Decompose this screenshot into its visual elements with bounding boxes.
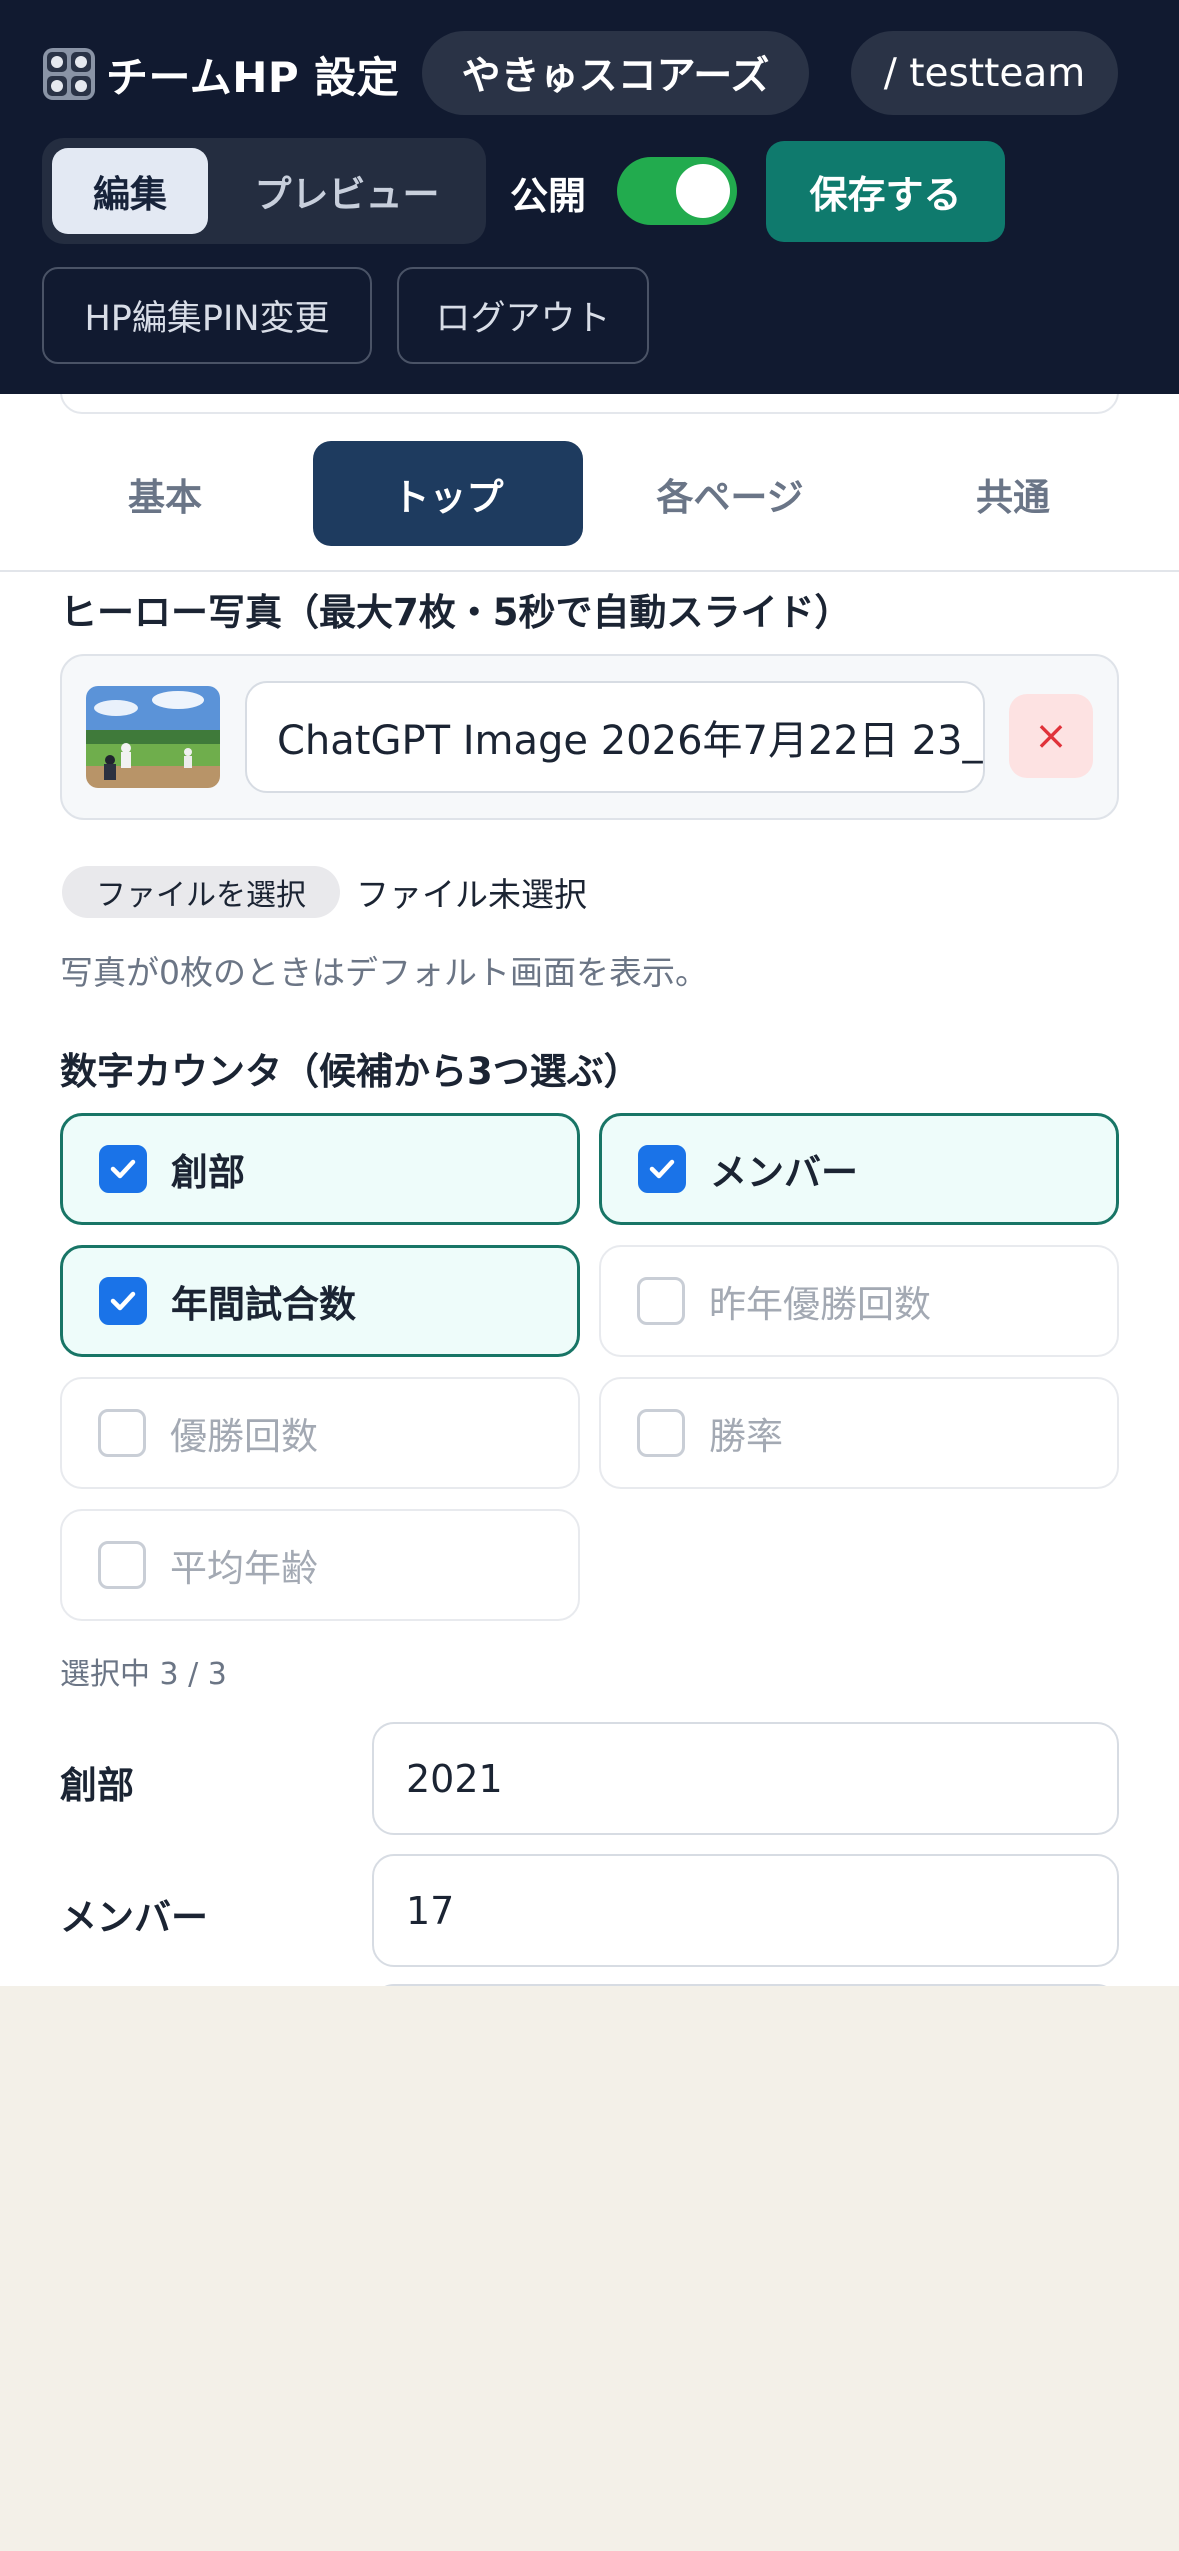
app-title: チームHP 設定 [106, 52, 400, 102]
remove-photo-button[interactable]: × [1009, 694, 1093, 778]
close-icon: × [1034, 713, 1068, 759]
hero-section-title: ヒーロー写真（最大7枚・5秒で自動スライド） [60, 591, 852, 634]
checkbox-empty-icon[interactable] [98, 1409, 146, 1457]
counter-option-average-age[interactable]: 平均年齢 [60, 1509, 580, 1621]
toggle-knob [676, 164, 730, 218]
founded-label: 創部 [60, 1764, 134, 1807]
counter-option-label: 勝率 [709, 1415, 783, 1458]
team-name-badge[interactable]: やきゅスコアーズ [422, 31, 809, 115]
checkbox-checked-icon[interactable] [99, 1277, 147, 1325]
section-tabs: 基本 トップ 各ページ 共通 [0, 434, 1179, 572]
hero-photo-thumbnail [86, 686, 220, 788]
counter-option-label: 昨年優勝回数 [709, 1283, 931, 1326]
logout-button[interactable]: ログアウト [397, 267, 649, 364]
checkbox-empty-icon[interactable] [637, 1409, 685, 1457]
founded-input[interactable]: 2021 [372, 1722, 1119, 1835]
mode-switch: 編集 プレビュー [42, 138, 486, 244]
members-label: メンバー [60, 1896, 208, 1939]
hero-photo-name-field[interactable]: ChatGPT Image 2026年7月22日 23_0 [245, 681, 985, 793]
hero-photo-item: ChatGPT Image 2026年7月22日 23_0 × [60, 654, 1119, 820]
counter-option-label: 年間試合数 [171, 1283, 356, 1326]
checkbox-empty-icon[interactable] [637, 1277, 685, 1325]
tab-basic[interactable]: 基本 [30, 441, 300, 546]
team-slug-badge[interactable]: / testteam [851, 31, 1118, 115]
counter-option-founded[interactable]: 創部 [60, 1113, 580, 1225]
counter-option-label: 創部 [171, 1151, 245, 1194]
public-label: 公開 [510, 174, 587, 218]
preview-mode-button[interactable]: プレビュー [218, 148, 476, 234]
settings-panel: 基本 トップ 各ページ 共通 ヒーロー写真（最大7枚・5秒で自動スライド） Ch… [0, 394, 1179, 1986]
counter-option-label: メンバー [710, 1151, 858, 1194]
counter-option-annual-games[interactable]: 年間試合数 [60, 1245, 580, 1357]
brand: チームHP 設定 [42, 44, 399, 104]
tab-common[interactable]: 共通 [878, 441, 1148, 546]
checkbox-checked-icon[interactable] [638, 1145, 686, 1193]
tab-pages[interactable]: 各ページ [595, 441, 865, 546]
top-bar: チームHP 設定 やきゅスコアーズ / testteam 編集 プレビュー 公開… [0, 0, 1179, 394]
file-picker: ファイルを選択 ファイル未選択 [62, 866, 587, 918]
members-input[interactable]: 17 [372, 1854, 1119, 1967]
checkbox-checked-icon[interactable] [99, 1145, 147, 1193]
counter-option-championships[interactable]: 優勝回数 [60, 1377, 580, 1489]
checkbox-empty-icon[interactable] [98, 1541, 146, 1589]
edit-mode-button[interactable]: 編集 [52, 148, 208, 234]
change-pin-button[interactable]: HP編集PIN変更 [42, 267, 372, 364]
tab-top[interactable]: トップ [313, 441, 583, 546]
hero-hint: 写真が0枚のときはデフォルト画面を表示。 [60, 953, 708, 992]
previous-card-edge [60, 394, 1119, 414]
counter-option-win-rate[interactable]: 勝率 [599, 1377, 1119, 1489]
choose-file-button[interactable]: ファイルを選択 [62, 866, 340, 918]
counter-option-label: 優勝回数 [170, 1415, 318, 1458]
counter-option-label: 平均年齢 [170, 1547, 318, 1590]
counter-option-members[interactable]: メンバー [599, 1113, 1119, 1225]
next-field-input[interactable] [372, 1984, 1119, 1986]
baseball-diamond-icon [43, 48, 95, 100]
save-button[interactable]: 保存する [766, 141, 1005, 242]
file-status: ファイル未選択 [356, 875, 587, 914]
public-toggle[interactable] [617, 157, 737, 225]
counter-section-title: 数字カウンタ（候補から3つ選ぶ） [60, 1050, 641, 1093]
counter-option-last-year-wins[interactable]: 昨年優勝回数 [599, 1245, 1119, 1357]
selected-count: 選択中 3 / 3 [60, 1657, 227, 1692]
